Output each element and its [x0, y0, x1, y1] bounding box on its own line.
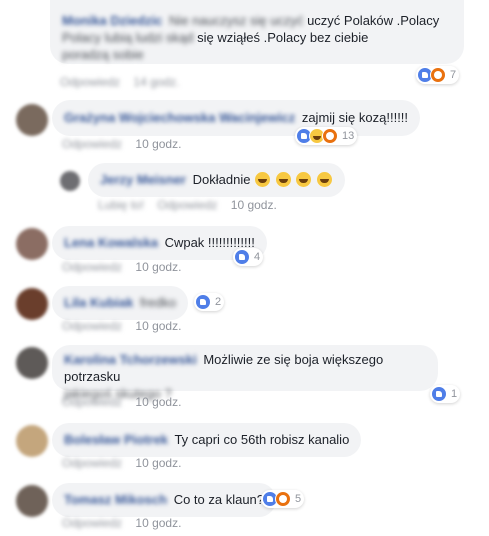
comment-meta: Lubię to! Odpowiedz 10 godz.: [98, 198, 277, 212]
comment-meta: Odpowiedz 10 godz.: [62, 137, 181, 151]
comment-text: Ty capri co 56th robisz kanalio: [174, 432, 350, 447]
avatar[interactable]: [16, 228, 48, 260]
like-icon: [195, 294, 211, 310]
comment-text: się wziąłeś .Polacy bez ciebie: [197, 30, 369, 45]
comment-text: uczyć Polaków .Polacy: [307, 13, 440, 28]
comment-text: fredko: [139, 295, 177, 310]
angry-icon: [275, 491, 291, 507]
timestamp: 10 godz.: [230, 198, 277, 212]
comment-bubble: Bolesław Piotrek Ty capri co 56th robisz…: [52, 423, 362, 457]
like-icon: [234, 249, 250, 265]
reply-link[interactable]: Odpowiedz: [157, 198, 217, 212]
grin-emoji-icon: [275, 172, 291, 187]
reaction-summary[interactable]: 5: [261, 490, 305, 508]
avatar[interactable]: [16, 347, 48, 379]
reply-link[interactable]: Odpowiedz: [60, 75, 120, 89]
comment-author[interactable]: Karolina Tchorzewski: [64, 352, 197, 367]
reaction-count: 2: [215, 296, 222, 308]
timestamp: 10 godz.: [135, 137, 182, 151]
timestamp: 10 godz.: [135, 456, 182, 470]
reply-link[interactable]: Odpowiedz: [62, 516, 122, 530]
reaction-count: 1: [451, 388, 458, 400]
reply-link[interactable]: Odpowiedz: [62, 456, 122, 470]
comment-author[interactable]: Grażyna Wojciechowska Wacinjewicz: [64, 110, 295, 125]
comment-meta: Odpowiedz 10 godz.: [62, 516, 181, 530]
comment-author[interactable]: Bolesław Piotrek: [64, 432, 168, 447]
avatar[interactable]: [16, 425, 48, 457]
comment-author[interactable]: Jerzy Meisner: [100, 172, 186, 187]
angry-icon: [322, 128, 338, 144]
timestamp: 14 godz.: [133, 75, 180, 89]
comment-bubble: Tomasz Mikosch Co to za klaun?: [52, 483, 277, 517]
reply-link[interactable]: Odpowiedz: [62, 137, 122, 151]
angry-icon: [430, 67, 446, 83]
comment-meta: Odpowiedz 10 godz.: [62, 319, 181, 333]
reaction-count: 13: [342, 130, 355, 142]
reaction-count: 7: [450, 69, 457, 81]
reaction-summary[interactable]: 2: [194, 293, 225, 311]
comment-author[interactable]: Lila Kubiak: [64, 295, 133, 310]
comment-text: Dokładnie: [192, 172, 251, 187]
like-link[interactable]: Lubię to!: [98, 198, 144, 212]
reaction-summary[interactable]: 1: [430, 385, 461, 403]
avatar[interactable]: [16, 104, 48, 136]
comment-meta: Odpowiedz 10 godz.: [62, 395, 181, 409]
comment-bubble: Jerzy Meisner Dokładnie: [88, 163, 345, 197]
timestamp: 10 godz.: [135, 260, 182, 274]
timestamp: 10 godz.: [135, 319, 182, 333]
comment-author[interactable]: Lena Kowalska: [64, 235, 158, 250]
grin-emoji-icon: [255, 172, 271, 187]
comment-bubble: Karolina Tchorzewski Możliwie ze się boj…: [52, 345, 438, 401]
reaction-summary[interactable]: 13: [295, 127, 358, 145]
grin-emoji-icon: [316, 172, 332, 187]
timestamp: 10 godz.: [135, 395, 182, 409]
comment-text-blurred: Polacy lubią ludzi skąd: [62, 30, 194, 45]
avatar[interactable]: [60, 171, 80, 191]
avatar[interactable]: [16, 485, 48, 517]
reaction-summary[interactable]: 7: [416, 66, 460, 84]
comment-text-blurred: Nie nauczysz się uczyć: [169, 13, 304, 28]
avatar[interactable]: [16, 288, 48, 320]
reply-link[interactable]: Odpowiedz: [62, 319, 122, 333]
comment-text-blurred: poradzą sobie: [62, 47, 144, 62]
like-icon: [431, 386, 447, 402]
comment-text: Co to za klaun?: [173, 492, 265, 507]
timestamp: 10 godz.: [135, 516, 182, 530]
comment-bubble: Lila Kubiak fredko: [52, 286, 189, 320]
comment-bubble: Monika Dziedzic Nie nauczysz się uczyć u…: [50, 0, 464, 64]
reply-link[interactable]: Odpowiedz: [62, 260, 122, 274]
comment-meta: Odpowiedz 14 godz.: [60, 75, 189, 89]
comment-bubble: Grażyna Wojciechowska Wacinjewicz zajmij…: [52, 100, 421, 136]
comment-text: zajmij się kozą!!!!!!: [301, 110, 409, 125]
reaction-count: 4: [254, 251, 261, 263]
reaction-count: 5: [295, 493, 302, 505]
grin-emoji-icon: [296, 172, 312, 187]
comment-author[interactable]: Monika Dziedzic: [62, 13, 162, 28]
comment-meta: Odpowiedz 10 godz.: [62, 456, 181, 470]
comment-meta: Odpowiedz 10 godz.: [62, 260, 181, 274]
reaction-summary[interactable]: 4: [233, 248, 264, 266]
comment-author[interactable]: Tomasz Mikosch: [64, 492, 167, 507]
reply-link[interactable]: Odpowiedz: [62, 395, 122, 409]
